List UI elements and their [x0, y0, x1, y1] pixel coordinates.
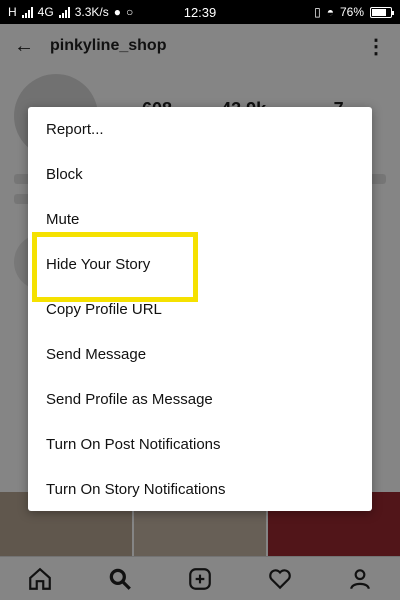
menu-item-send-profile[interactable]: Send Profile as Message [28, 377, 372, 422]
network-type-2: 4G [37, 5, 54, 19]
menu-item-block[interactable]: Block [28, 152, 372, 197]
status-right: ▯ ◓ 76% [314, 5, 394, 19]
status-left: H 4G 3.3K/s ● ○ [8, 5, 314, 19]
message-icon: ● [113, 5, 121, 19]
menu-item-copy-profile-url[interactable]: Copy Profile URL [28, 287, 372, 332]
wifi-icon: ◓ [326, 5, 334, 19]
battery-percent: 76% [339, 5, 364, 19]
menu-item-report[interactable]: Report... [28, 107, 372, 152]
network-speed: 3.3K/s [74, 5, 109, 19]
whatsapp-icon: ○ [125, 5, 134, 19]
menu-item-send-message[interactable]: Send Message [28, 332, 372, 377]
menu-item-story-notifications[interactable]: Turn On Story Notifications [28, 467, 372, 512]
menu-item-mute[interactable]: Mute [28, 197, 372, 242]
menu-item-post-notifications[interactable]: Turn On Post Notifications [28, 422, 372, 467]
profile-options-menu: Report... Block Mute Hide Your Story Cop… [28, 107, 372, 511]
battery-icon [370, 6, 394, 18]
menu-item-hide-story[interactable]: Hide Your Story [28, 242, 372, 287]
status-bar: H 4G 3.3K/s ● ○ 12:39 ▯ ◓ 76% [0, 0, 400, 24]
signal-icon-2 [58, 6, 70, 18]
signal-icon [21, 6, 33, 18]
network-type: H [8, 5, 17, 19]
vibrate-icon: ▯ [314, 5, 321, 19]
